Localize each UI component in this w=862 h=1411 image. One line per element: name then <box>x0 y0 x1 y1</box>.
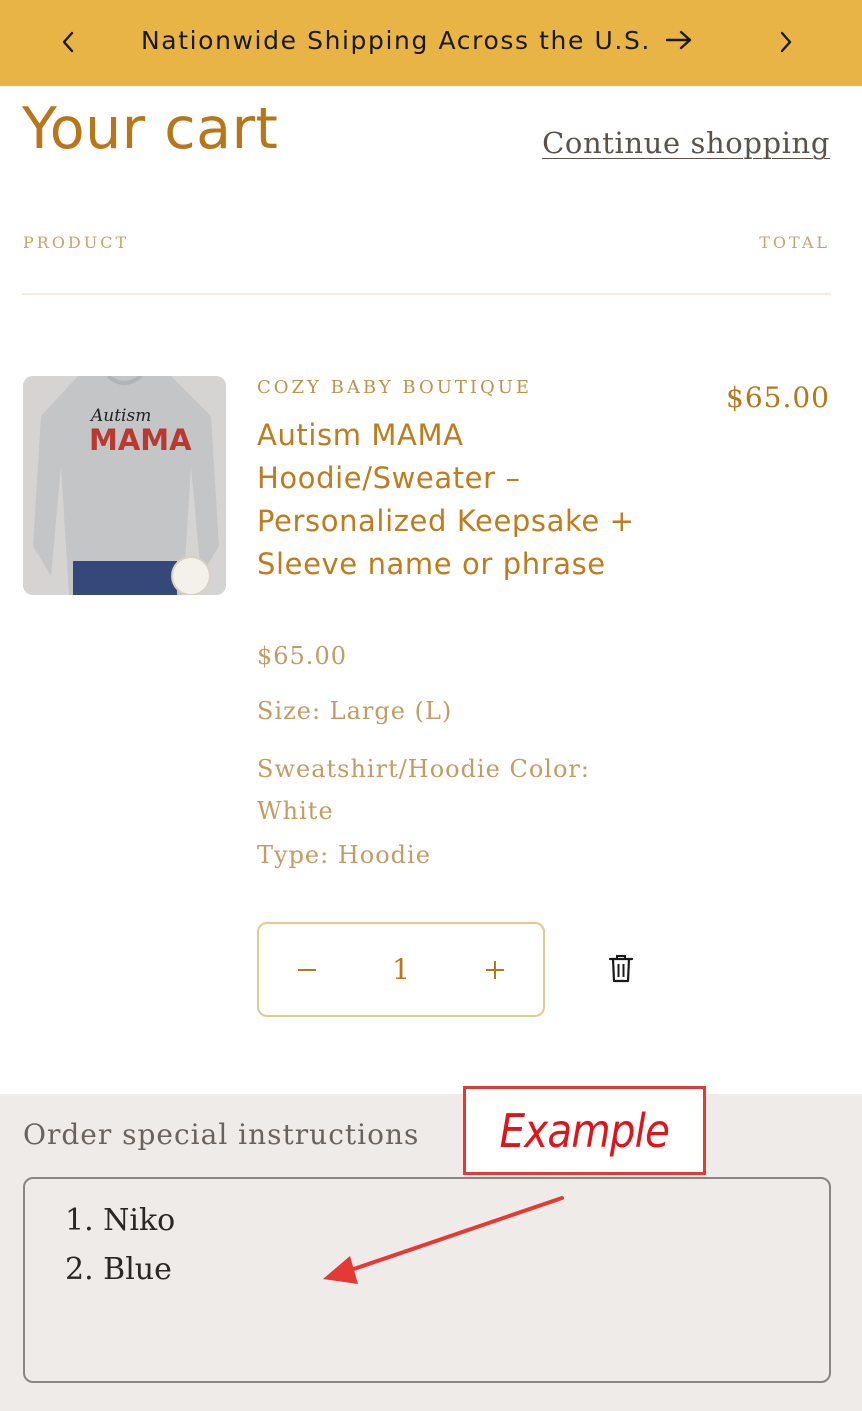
option-type: Type: Hoodie <box>257 841 431 869</box>
announcement-link[interactable]: Nationwide Shipping Across the U.S. <box>141 22 693 58</box>
minus-icon <box>298 968 316 971</box>
column-header-total: TOTAL <box>759 233 830 252</box>
product-name-link[interactable]: Autism MAMA Hoodie/Sweater – Personalize… <box>257 414 637 586</box>
order-notes-line-2: 2. Blue <box>65 1252 172 1287</box>
annotation-callout: Example <box>463 1086 706 1175</box>
plus-icon <box>486 960 504 979</box>
quantity-input[interactable] <box>361 953 441 986</box>
order-notes-label: Order special instructions <box>23 1118 420 1151</box>
announcement-text: Nationwide Shipping Across the U.S. <box>141 25 651 55</box>
announcement-next-button[interactable] <box>766 24 806 60</box>
continue-shopping-link[interactable]: Continue shopping <box>542 126 830 160</box>
product-image[interactable]: Autism MAMA <box>23 376 226 595</box>
quantity-stepper <box>257 922 545 1017</box>
page-title: Your cart <box>22 96 279 162</box>
chevron-right-icon <box>780 31 792 53</box>
column-header-product: PRODUCT <box>23 233 130 252</box>
announcement-bar: Nationwide Shipping Across the U.S. <box>0 0 862 86</box>
order-notes-line-1: 1. Niko <box>65 1203 176 1238</box>
option-color: Sweatshirt/Hoodie Color: White <box>257 755 590 825</box>
header-divider <box>22 293 831 295</box>
option-size: Size: Large (L) <box>257 697 453 725</box>
arrow-right-icon <box>665 30 692 50</box>
trash-icon <box>608 955 634 983</box>
remove-item-button[interactable] <box>603 950 639 986</box>
unit-price: $65.00 <box>257 642 347 670</box>
decrease-quantity-button[interactable] <box>289 952 325 988</box>
annotation-label: Example <box>499 1103 670 1158</box>
product-vendor: COZY BABY BOUTIQUE <box>257 377 533 398</box>
announcement-prev-button[interactable] <box>48 24 88 60</box>
chevron-left-icon <box>62 31 74 53</box>
increase-quantity-button[interactable] <box>477 952 513 988</box>
line-total: $65.00 <box>726 381 830 414</box>
product-image-bold-text: MAMA <box>89 423 192 457</box>
product-image-illustration: Autism MAMA <box>23 376 226 595</box>
